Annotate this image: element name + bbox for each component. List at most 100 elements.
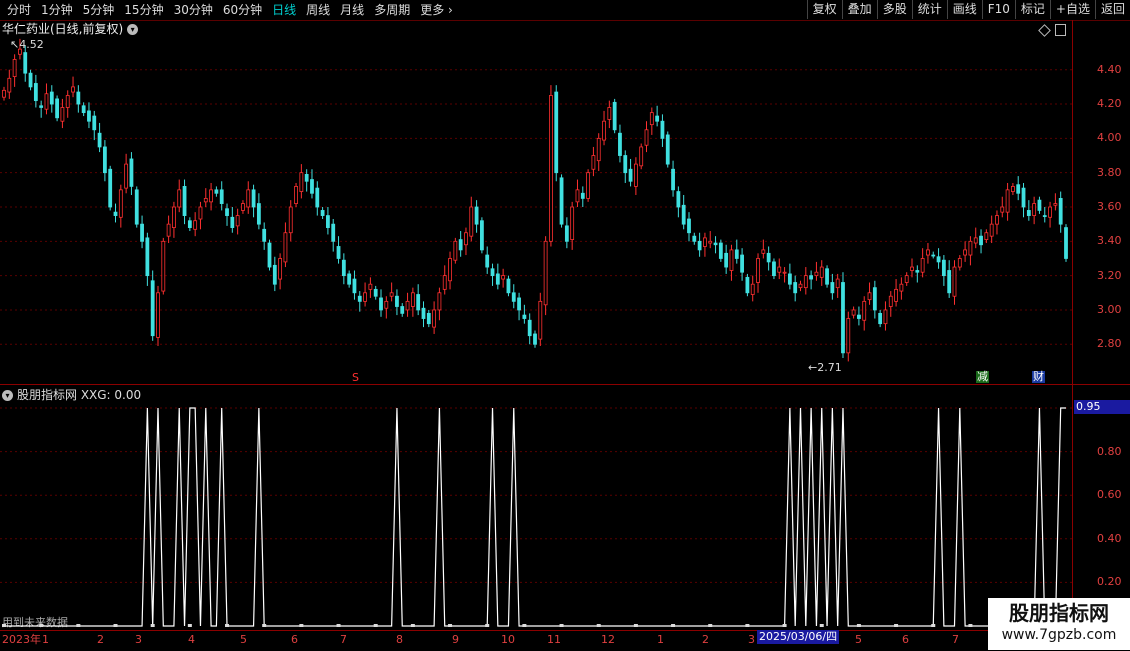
candle-body: [1026, 210, 1031, 216]
candle-body: [341, 259, 346, 277]
candle-body: [44, 93, 49, 110]
candle-body: [156, 292, 160, 338]
low-price-value: 2.71: [817, 361, 842, 374]
candle-body: [687, 218, 691, 234]
candle-body: [453, 240, 458, 261]
candle-body: [819, 266, 824, 278]
date-axis: 2023年1234567891011121234567: [0, 630, 1130, 651]
candle-body: [193, 220, 198, 230]
candle-body: [294, 186, 298, 204]
candle-body: [963, 249, 968, 256]
date-tick-label: 1: [42, 633, 49, 646]
baseline-marker: [485, 624, 490, 627]
candle-body: [485, 254, 490, 268]
candle-body: [490, 268, 495, 277]
candle-body: [65, 95, 70, 108]
candle-body: [187, 220, 192, 228]
candle-body: [734, 249, 739, 259]
candle-body: [426, 312, 431, 325]
candle-body: [979, 235, 983, 246]
indicator-tick-label: 0.40: [1097, 531, 1122, 545]
candle-body: [862, 300, 867, 321]
candle-body: [256, 203, 261, 225]
candle-body: [681, 204, 686, 225]
toolbar-button[interactable]: 返回: [1094, 0, 1130, 19]
candle-body: [857, 314, 861, 319]
candle-body: [533, 333, 537, 345]
candle-body: [400, 306, 405, 314]
candle-body: [442, 275, 447, 290]
baseline-marker: [410, 624, 415, 627]
baseline-marker: [373, 624, 378, 627]
candle-body: [1021, 187, 1026, 208]
candle-body: [745, 276, 750, 294]
date-tick-label: 6: [902, 633, 909, 646]
candle-body: [660, 120, 665, 139]
candle-body: [241, 203, 245, 211]
candle-body: [299, 172, 304, 192]
candle-body: [756, 258, 760, 283]
candle-body: [957, 258, 962, 268]
candle-body: [357, 295, 362, 302]
candle-body: [644, 129, 649, 146]
price-tick-label: 4.20: [1097, 97, 1122, 111]
candle-body: [612, 101, 617, 131]
chart-canvas[interactable]: [0, 0, 1072, 630]
baseline-marker: [782, 624, 787, 627]
finance-marker[interactable]: 财: [1032, 371, 1045, 383]
candle-body: [766, 252, 771, 263]
candle-body: [81, 105, 86, 114]
candle-body: [538, 300, 543, 340]
candle-body: [947, 270, 952, 294]
candle-body: [246, 189, 251, 208]
s-marker[interactable]: S: [351, 372, 360, 384]
candle-body: [262, 228, 267, 242]
candle-body: [395, 295, 399, 307]
candle-body: [761, 249, 766, 254]
indicator-current-value: 0.95: [1074, 400, 1130, 414]
candle-body: [676, 191, 681, 208]
candle-body: [655, 115, 660, 122]
candle-body: [878, 312, 883, 325]
candle-body: [697, 240, 702, 251]
date-tick-label: 12: [601, 633, 615, 646]
baseline-marker: [596, 624, 601, 627]
candle-body: [803, 275, 808, 289]
candle-body: [910, 266, 914, 271]
candle-body: [118, 189, 123, 218]
candle-body: [28, 72, 33, 88]
candle-body: [809, 275, 814, 280]
baseline-marker: [262, 624, 267, 627]
candle-body: [628, 168, 633, 182]
baseline-marker: [448, 624, 453, 627]
candle-body: [564, 225, 569, 242]
candle-body: [225, 208, 229, 216]
candle-body: [331, 223, 336, 242]
candle-body: [926, 249, 930, 256]
candle-body: [134, 189, 139, 225]
candle-body: [71, 86, 75, 93]
candle-body: [952, 266, 957, 297]
candle-body: [379, 297, 383, 311]
candle-body: [150, 280, 155, 337]
candle-body: [235, 215, 240, 227]
candle-body: [602, 120, 606, 141]
candle-body: [2, 89, 6, 98]
candle-body: [230, 216, 235, 228]
candle-body: [347, 273, 352, 285]
candle-body: [575, 189, 580, 203]
indicator-tick-label: 0.60: [1097, 488, 1122, 502]
reduce-holdings-marker[interactable]: 减: [976, 371, 989, 383]
candle-body: [1042, 215, 1047, 217]
date-tick-label: 5: [240, 633, 247, 646]
candle-body: [931, 254, 936, 257]
candle-body: [639, 146, 644, 167]
candle-body: [888, 295, 893, 307]
baseline-marker: [225, 624, 230, 627]
baseline-marker: [76, 624, 81, 627]
baseline-marker: [522, 624, 527, 627]
candle-body: [437, 292, 442, 311]
candle-body: [793, 282, 798, 294]
baseline-marker: [113, 624, 118, 627]
candle-body: [777, 266, 782, 273]
